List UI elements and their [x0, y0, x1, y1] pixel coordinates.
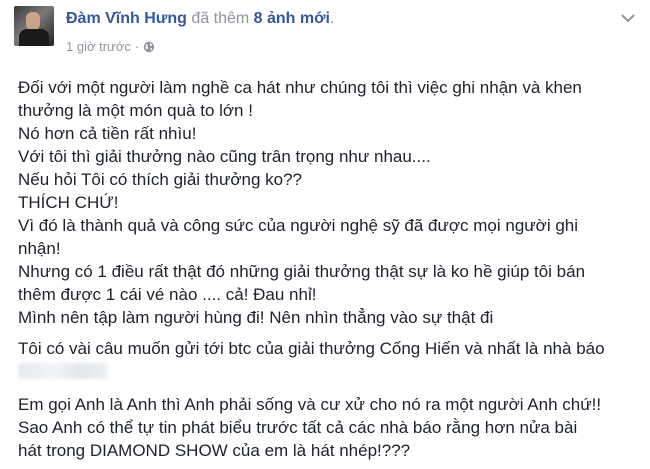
avatar-face [26, 12, 40, 30]
post-meta: 1 giờ trước · [66, 39, 155, 54]
facebook-post: Đàm Vĩnh Hưng đã thêm 8 ảnh mới. 1 giờ t… [0, 0, 650, 469]
post-line: Tôi có vài câu muốn gửi tới btc của giải… [18, 339, 605, 358]
post-line: thêm được 1 cái vé nào .... cả! Đau nhỉ! [18, 285, 317, 304]
post-line: Sao Anh có thể tự tin phát biểu trước tấ… [18, 418, 578, 437]
post-line: Nhưng có 1 điều rất thật đó những giải t… [18, 262, 586, 281]
post-line: hát trong DIAMOND SHOW của em là hát nhé… [18, 441, 411, 460]
post-line: thưởng là một món quà to lớn ! [18, 101, 253, 120]
blurred-text [18, 363, 108, 379]
globe-icon[interactable] [143, 41, 155, 53]
post-line: Mình nên tập làm người hùng đi! Nên nhìn… [18, 308, 494, 327]
post-line: Nó hơn cả tiền rất nhìu! [18, 124, 197, 143]
post-line: Em gọi Anh là Anh thì Anh phải sống và c… [18, 395, 602, 414]
post-line: THÍCH CHỨ! [18, 193, 119, 212]
post-line: Vì đó là thành quả và công sức của người… [18, 216, 579, 235]
avatar-body [19, 29, 49, 46]
post-line: nhận! [18, 239, 61, 258]
timestamp-link[interactable]: 1 giờ trước [66, 39, 131, 54]
chevron-down-icon[interactable] [620, 12, 636, 24]
post-header: Đàm Vĩnh Hưng đã thêm 8 ảnh mới. [66, 10, 334, 28]
action-prefix: đã thêm [191, 10, 250, 27]
post-line: Với tôi thì giải thưởng nào cũng trân tr… [18, 147, 431, 166]
post-line: Nếu hỏi Tôi có thích giải thưởng ko?? [18, 170, 302, 189]
action-suffix: . [329, 10, 335, 27]
redacted-name [18, 360, 646, 385]
post-body: Đối với một người làm nghề ca hát như ch… [18, 76, 646, 462]
avatar[interactable] [14, 6, 54, 46]
author-name-link[interactable]: Đàm Vĩnh Hưng [66, 10, 187, 27]
photos-count-link[interactable]: 8 ảnh mới [254, 10, 330, 27]
post-line: Đối với một người làm nghề ca hát như ch… [18, 78, 582, 97]
meta-separator: · [134, 39, 140, 54]
